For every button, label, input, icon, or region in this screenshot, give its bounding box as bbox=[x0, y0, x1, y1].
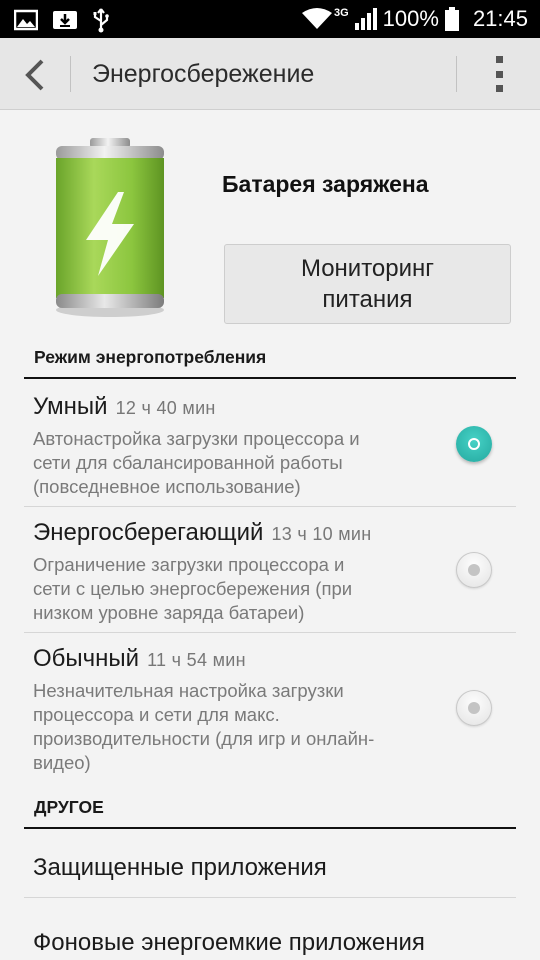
notification-icons bbox=[14, 7, 110, 33]
desc-line: процессора и сети для макс. bbox=[33, 704, 280, 725]
image-icon bbox=[14, 9, 38, 31]
back-arrow-icon bbox=[25, 59, 44, 91]
desc-line: видео) bbox=[33, 752, 91, 773]
option-description: Незначительная настройка загрузки процес… bbox=[33, 679, 438, 775]
power-monitoring-label: Мониторинг питания bbox=[301, 253, 434, 315]
power-mode-option-smart[interactable]: Умный 12 ч 40 мин Автонастройка загрузки … bbox=[24, 381, 516, 507]
usb-icon bbox=[93, 8, 109, 33]
power-mode-option-saving[interactable]: Энергосберегающий 13 ч 10 мин Ограничение… bbox=[24, 507, 516, 633]
desc-line: низком уровне заряда батареи) bbox=[33, 602, 305, 623]
radio-unselected-icon[interactable] bbox=[456, 690, 492, 726]
option-name: Умный bbox=[33, 393, 108, 420]
monitor-line1: Мониторинг bbox=[300, 255, 435, 282]
option-name: Обычный bbox=[33, 645, 140, 672]
battery-percent: 100% bbox=[382, 6, 439, 31]
desc-line: сети с целью энергосбережения (при bbox=[33, 578, 353, 599]
desc-line: сети для сбалансированной работы bbox=[33, 452, 343, 473]
desc-line: Ограничение загрузки процессора и bbox=[33, 554, 345, 575]
clock: 21:45 bbox=[472, 6, 528, 31]
status-bar: 3G 100% 21:45 bbox=[0, 0, 540, 38]
monitor-line2: питания bbox=[322, 286, 413, 313]
signal-icon bbox=[354, 8, 377, 30]
protected-apps-item[interactable]: Защищенные приложения bbox=[24, 838, 516, 898]
radio-unselected-icon[interactable] bbox=[456, 552, 492, 588]
battery-status-label: Батарея заряжена bbox=[222, 171, 429, 197]
power-mode-option-normal[interactable]: Обычный 11 ч 54 мин Незначительная настро… bbox=[24, 633, 516, 789]
power-mode-header: Режим энергопотребления bbox=[24, 347, 516, 379]
desc-line: (повседневное использование) bbox=[33, 476, 301, 497]
option-time: 12 ч 40 мин bbox=[115, 398, 216, 418]
overflow-menu-icon bbox=[495, 56, 503, 63]
option-name: Энергосберегающий bbox=[33, 519, 264, 546]
desc-line: Незначительная настройка загрузки bbox=[33, 680, 344, 701]
option-description: Автонастройка загрузки процессора и сети… bbox=[33, 427, 433, 499]
power-monitoring-button[interactable]: Мониторинг питания bbox=[224, 244, 511, 324]
battery-charging-icon bbox=[56, 138, 164, 317]
app-bar-divider bbox=[456, 56, 457, 92]
option-title: Обычный 11 ч 54 мин bbox=[33, 645, 246, 673]
battery-full-icon bbox=[444, 7, 459, 31]
network-type-label: 3G bbox=[333, 7, 349, 19]
desc-line: Автонастройка загрузки процессора и bbox=[33, 428, 360, 449]
option-time: 13 ч 10 мин bbox=[271, 524, 372, 544]
option-description: Ограничение загрузки процессора и сети с… bbox=[33, 553, 433, 625]
system-indicators: 3G 100% 21:45 bbox=[301, 4, 528, 34]
other-header: ДРУГОЕ bbox=[24, 797, 516, 829]
option-title: Умный 12 ч 40 мин bbox=[33, 393, 216, 421]
overflow-menu-button[interactable] bbox=[494, 56, 504, 92]
radio-selected-icon[interactable] bbox=[456, 426, 492, 462]
back-button[interactable] bbox=[20, 58, 50, 92]
option-title: Энергосберегающий 13 ч 10 мин bbox=[33, 519, 372, 547]
option-time: 11 ч 54 мин bbox=[147, 650, 246, 670]
wifi-icon bbox=[301, 8, 332, 29]
app-bar-divider bbox=[70, 56, 71, 92]
background-power-apps-item[interactable]: Фоновые энергоемкие приложения bbox=[24, 913, 516, 960]
desc-line: производительности (для игр и онлайн- bbox=[33, 728, 375, 749]
download-icon bbox=[53, 11, 77, 29]
app-bar: Энергосбережение bbox=[0, 38, 540, 110]
page-title: Энергосбережение bbox=[92, 60, 315, 88]
